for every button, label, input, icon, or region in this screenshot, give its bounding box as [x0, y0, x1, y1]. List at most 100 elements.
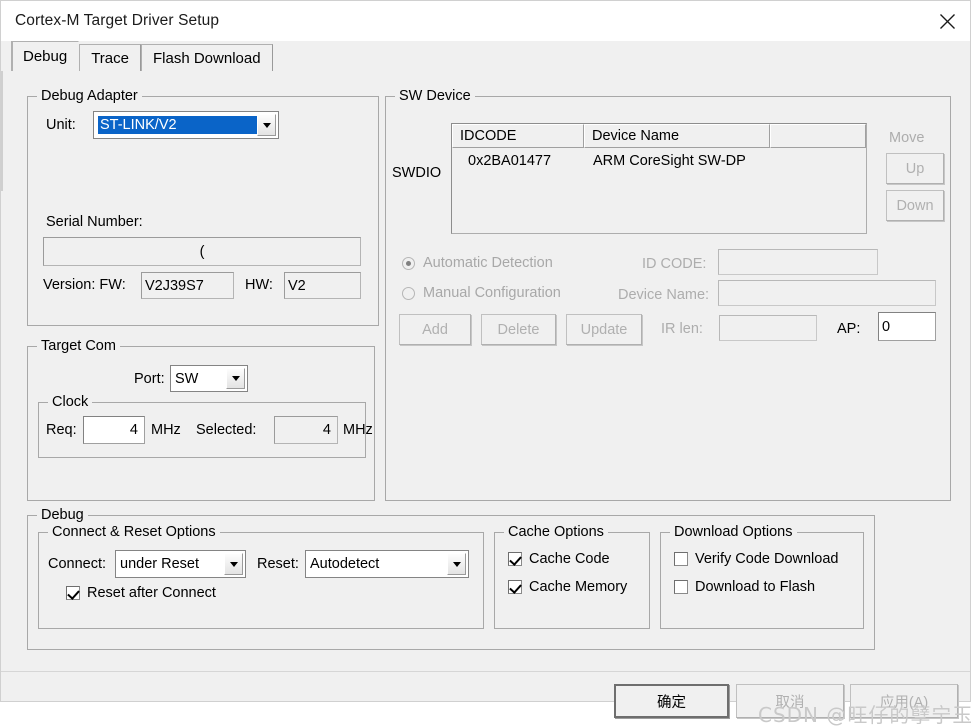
- ir-len-field[interactable]: [719, 315, 817, 341]
- download-to-flash-label: Download to Flash: [695, 579, 816, 595]
- reset-label: Reset:: [257, 556, 299, 572]
- automatic-detection-label: Automatic Detection: [423, 255, 553, 271]
- fw-version-field: V2J39S7: [141, 272, 234, 299]
- target-com-group: Target Com Port: SW Clock Req: 4 MHz Sel…: [27, 338, 375, 501]
- cell-idcode: 0x2BA01477: [468, 153, 552, 169]
- checkbox-indicator: [66, 586, 80, 600]
- connect-reset-options-group: Connect & Reset Options Connect: under R…: [38, 524, 484, 629]
- close-icon[interactable]: [924, 1, 970, 41]
- table-row[interactable]: 0x2BA01477 ARM CoreSight SW-DP: [452, 148, 866, 174]
- checkbox-indicator: [674, 552, 688, 566]
- id-code-field[interactable]: [718, 249, 878, 275]
- cache-code-checkbox[interactable]: Cache Code: [508, 551, 610, 567]
- connect-label: Connect:: [48, 556, 107, 572]
- device-table[interactable]: IDCODE Device Name 0x2BA01477 ARM CoreSi…: [451, 123, 867, 234]
- dialog-client-area: Debug Adapter Unit: ST-LINK/V2 Serial Nu…: [1, 71, 971, 727]
- radio-indicator: [402, 286, 415, 300]
- cache-options-title: Cache Options: [504, 524, 608, 540]
- debug-adapter-group: Debug Adapter Unit: ST-LINK/V2 Serial Nu…: [27, 88, 379, 326]
- column-header-extra[interactable]: [770, 124, 866, 148]
- manual-configuration-radio[interactable]: Manual Configuration: [402, 285, 561, 301]
- req-clock-field[interactable]: 4: [83, 416, 145, 444]
- checkbox-indicator: [508, 552, 522, 566]
- tab-trace[interactable]: Trace: [79, 44, 141, 71]
- selected-clock-field: 4: [274, 416, 338, 444]
- delete-button[interactable]: Delete: [481, 314, 556, 345]
- target-driver-setup-dialog: Cortex-M Target Driver Setup Debug Trace…: [0, 0, 971, 727]
- serial-number-label: Serial Number:: [46, 214, 143, 230]
- checkbox-indicator: [508, 580, 522, 594]
- move-up-button[interactable]: Up: [886, 153, 944, 184]
- device-name-label: Device Name:: [618, 287, 710, 303]
- add-label: Add: [422, 321, 448, 338]
- swdio-label: SWDIO: [392, 165, 442, 181]
- chevron-down-icon[interactable]: [447, 553, 466, 575]
- serial-number-field[interactable]: (: [43, 237, 361, 266]
- move-label: Move: [889, 130, 925, 146]
- column-header-device-name[interactable]: Device Name: [584, 124, 770, 148]
- tab-flash-download[interactable]: Flash Download: [141, 44, 273, 71]
- apply-button[interactable]: 应用(A): [850, 684, 958, 718]
- hw-version-field: V2: [284, 272, 361, 299]
- ir-len-label: IR len:: [661, 321, 703, 337]
- req-clock-value: 4: [129, 422, 138, 438]
- ap-value: 0: [882, 318, 891, 335]
- chevron-down-icon[interactable]: [224, 553, 243, 575]
- unit-combobox-value: ST-LINK/V2: [98, 116, 257, 134]
- port-label: Port:: [134, 371, 165, 387]
- req-label: Req:: [46, 422, 77, 438]
- port-combobox[interactable]: SW: [170, 365, 248, 392]
- id-code-label: ID CODE:: [642, 256, 707, 272]
- target-com-title: Target Com: [37, 338, 120, 354]
- tab-debug-label: Debug: [23, 48, 68, 65]
- ap-field[interactable]: 0: [878, 312, 936, 341]
- clock-title: Clock: [48, 394, 93, 410]
- device-table-header: IDCODE Device Name: [452, 124, 866, 148]
- column-header-idcode[interactable]: IDCODE: [452, 124, 584, 148]
- chevron-down-icon[interactable]: [226, 368, 245, 389]
- selected-unit-label: MHz: [343, 422, 373, 438]
- hw-version-value: V2: [288, 277, 306, 294]
- window-title: Cortex-M Target Driver Setup: [15, 12, 220, 29]
- reset-after-connect-checkbox[interactable]: Reset after Connect: [66, 585, 216, 601]
- tab-flash-download-label: Flash Download: [153, 49, 261, 67]
- radio-indicator: [402, 256, 415, 270]
- tab-debug[interactable]: Debug: [11, 41, 80, 71]
- reset-combobox[interactable]: Autodetect: [305, 550, 469, 578]
- tab-bar: Debug Trace Flash Download: [1, 41, 970, 71]
- sw-device-title: SW Device: [395, 88, 475, 104]
- reset-after-connect-label: Reset after Connect: [87, 585, 216, 601]
- unit-combobox[interactable]: ST-LINK/V2: [93, 111, 279, 139]
- serial-number-value: (: [199, 243, 205, 260]
- automatic-detection-radio[interactable]: Automatic Detection: [402, 255, 553, 271]
- cache-memory-label: Cache Memory: [529, 579, 628, 595]
- move-down-button[interactable]: Down: [886, 190, 944, 221]
- debug-group: Debug Connect & Reset Options Connect: u…: [27, 507, 875, 650]
- update-button[interactable]: Update: [566, 314, 642, 345]
- clock-group: Clock Req: 4 MHz Selected: 4 MHz: [38, 394, 373, 458]
- connect-combobox[interactable]: under Reset: [115, 550, 246, 578]
- ok-button[interactable]: 确定: [614, 684, 729, 718]
- delete-label: Delete: [497, 321, 540, 338]
- cache-memory-checkbox[interactable]: Cache Memory: [508, 579, 627, 595]
- ok-label: 确定: [657, 694, 686, 711]
- debug-adapter-title: Debug Adapter: [37, 88, 142, 104]
- chevron-down-icon[interactable]: [257, 114, 276, 136]
- tab-trace-label: Trace: [91, 49, 129, 67]
- add-button[interactable]: Add: [399, 314, 471, 345]
- download-to-flash-checkbox[interactable]: Download to Flash: [674, 579, 815, 595]
- cache-code-label: Cache Code: [529, 551, 610, 567]
- manual-configuration-label: Manual Configuration: [423, 285, 561, 301]
- cancel-label: 取消: [775, 694, 805, 711]
- cancel-button[interactable]: 取消: [736, 684, 844, 718]
- port-combobox-value: SW: [175, 370, 199, 387]
- selected-label: Selected:: [196, 422, 257, 438]
- verify-code-download-checkbox[interactable]: Verify Code Download: [674, 551, 838, 567]
- hw-label: HW:: [245, 277, 273, 293]
- device-name-field[interactable]: [718, 280, 936, 306]
- move-up-label: Up: [905, 160, 925, 177]
- connect-combobox-value: under Reset: [120, 556, 199, 572]
- checkbox-indicator: [674, 580, 688, 594]
- verify-code-download-label: Verify Code Download: [695, 551, 839, 567]
- download-options-group: Download Options Verify Code Download Do…: [660, 524, 864, 629]
